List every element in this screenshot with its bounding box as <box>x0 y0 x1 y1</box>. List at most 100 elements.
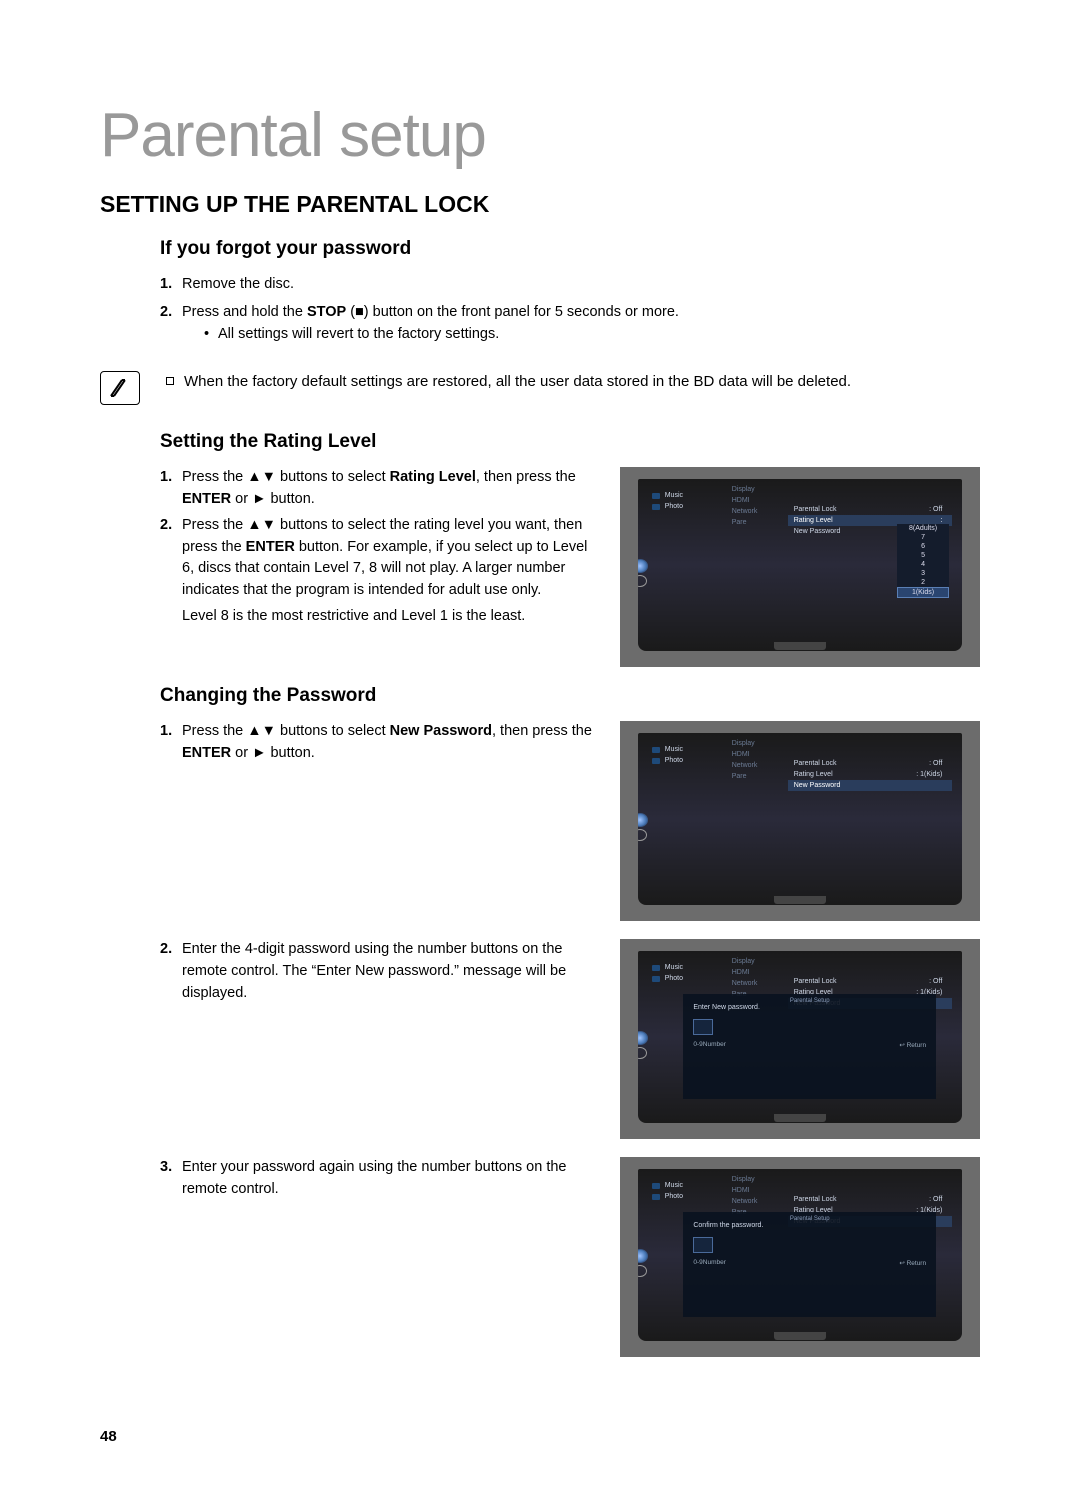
val-parental-lock: : Off <box>929 506 942 513</box>
enter-label: ENTER <box>182 745 231 761</box>
t: , then press the <box>476 469 576 485</box>
step-text: Remove the disc. <box>182 276 294 292</box>
lbl-rating-level: Rating Level <box>794 771 833 778</box>
t: or <box>231 745 252 761</box>
tab-display: Display <box>728 1174 788 1185</box>
t: , then press the <box>492 723 592 739</box>
t: Press the <box>182 469 247 485</box>
val-parental-lock: : Off <box>929 1196 942 1203</box>
tab-parental: Pare <box>728 771 788 782</box>
tab-hdmi: HDMI <box>728 749 788 760</box>
screenshot-new-password: Music Photo Display HDMI Network Pare Pa… <box>620 721 980 921</box>
gear-icon <box>638 575 647 587</box>
gear-icon <box>638 829 647 841</box>
disc-icon <box>638 813 648 827</box>
enter-label: ENTER <box>246 539 295 555</box>
val-parental-lock: : Off <box>929 978 942 985</box>
note-text: When the factory default settings are re… <box>184 373 851 390</box>
dd-8: 8(Adults) <box>897 524 949 533</box>
overlay-msg: Enter New password. <box>693 1004 926 1011</box>
right-icon: ► <box>252 491 266 507</box>
right-icon: ► <box>252 745 266 761</box>
password-input-box <box>693 1019 713 1035</box>
step-number: 2. <box>160 515 172 537</box>
rating-steps: 1. Press the ▲▼ buttons to select Rating… <box>160 467 602 631</box>
up-down-icon: ▲▼ <box>247 723 276 739</box>
step-number: 1. <box>160 467 172 489</box>
gear-icon <box>638 1047 647 1059</box>
dd-6: 6 <box>897 542 949 551</box>
page-number: 48 <box>100 1428 117 1445</box>
note-icon <box>100 371 140 405</box>
stop-icon: ■ <box>355 304 364 320</box>
lbl-rating-level: Rating Level <box>794 517 833 524</box>
step-text-pre: Press and hold the <box>182 304 307 320</box>
val-rating-level: : 1(Kids) <box>916 771 942 778</box>
password-input-box <box>693 1237 713 1253</box>
menu-music: Music <box>665 964 683 971</box>
step-number: 3. <box>160 1157 172 1179</box>
screenshot-rating-level: Music Photo Display HDMI Network Pare Pa… <box>620 467 980 667</box>
password-overlay: Parental Setup Confirm the password. 0-9… <box>683 1212 936 1317</box>
forgot-password-heading: If you forgot your password <box>160 238 980 260</box>
menu-photo: Photo <box>665 757 683 764</box>
tab-parental: Pare <box>728 517 788 528</box>
lbl-parental-lock: Parental Lock <box>794 978 837 985</box>
lbl-parental-lock: Parental Lock <box>794 1196 837 1203</box>
lbl-new-password: New Password <box>794 782 841 789</box>
t: Press the <box>182 517 247 533</box>
dd-5: 5 <box>897 551 949 560</box>
overlay-return-hint: ↩ Return <box>899 1041 926 1049</box>
t: Level 8 is the most restrictive and Leve… <box>182 608 525 624</box>
rating-tail: Level 8 is the most restrictive and Leve… <box>160 606 602 628</box>
note-bullet-icon <box>166 377 174 385</box>
enter-label: ENTER <box>182 491 231 507</box>
tab-network: Network <box>728 1196 788 1207</box>
up-down-icon: ▲▼ <box>247 469 276 485</box>
forgot-bullet: All settings will revert to the factory … <box>204 324 980 346</box>
forgot-step-1: 1. Remove the disc. <box>160 274 980 296</box>
rating-level-label: Rating Level <box>390 469 476 485</box>
tab-network: Network <box>728 506 788 517</box>
screenshot-confirm-password: Music Photo Display HDMI Network Pare Pa… <box>620 1157 980 1357</box>
dd-7: 7 <box>897 533 949 542</box>
page-title: Parental setup <box>100 100 980 171</box>
t: or <box>231 491 252 507</box>
tab-display: Display <box>728 956 788 967</box>
gear-icon <box>638 1265 647 1277</box>
tab-network: Network <box>728 760 788 771</box>
t: button. <box>266 745 314 761</box>
lbl-parental-lock: Parental Lock <box>794 506 837 513</box>
password-step-2: 2. Enter the 4-digit password using the … <box>160 939 602 1004</box>
disc-icon <box>638 559 648 573</box>
t: button. <box>266 491 314 507</box>
menu-photo: Photo <box>665 503 683 510</box>
rating-step-1: 1. Press the ▲▼ buttons to select Rating… <box>160 467 602 511</box>
tab-hdmi: HDMI <box>728 967 788 978</box>
step-number: 2. <box>160 939 172 961</box>
menu-photo: Photo <box>665 975 683 982</box>
tab-hdmi: HDMI <box>728 1185 788 1196</box>
overlay-number-hint: 0-9Number <box>693 1259 726 1267</box>
tab-network: Network <box>728 978 788 989</box>
changing-password-heading: Changing the Password <box>160 685 980 707</box>
new-password-label: New Password <box>390 723 492 739</box>
step-number: 2. <box>160 302 172 324</box>
step-number: 1. <box>160 721 172 743</box>
t: Press the <box>182 723 247 739</box>
section-heading: SETTING UP THE PARENTAL LOCK <box>100 191 980 218</box>
stop-label: STOP <box>307 304 346 320</box>
forgot-step-2: 2. Press and hold the STOP (■) button on… <box>160 302 980 346</box>
t: buttons to select <box>276 723 390 739</box>
step-number: 1. <box>160 274 172 296</box>
dd-4: 4 <box>897 560 949 569</box>
tab-display: Display <box>728 484 788 495</box>
overlay-number-hint: 0-9Number <box>693 1041 726 1049</box>
dd-1: 1(Kids) <box>897 587 949 598</box>
val-parental-lock: : Off <box>929 760 942 767</box>
menu-music: Music <box>665 1182 683 1189</box>
t: Enter the 4-digit password using the num… <box>182 941 566 1001</box>
t: Enter your password again using the numb… <box>182 1159 567 1197</box>
forgot-steps-list: 1. Remove the disc. 2. Press and hold th… <box>160 274 980 345</box>
password-overlay: Parental Setup Enter New password. 0-9Nu… <box>683 994 936 1099</box>
